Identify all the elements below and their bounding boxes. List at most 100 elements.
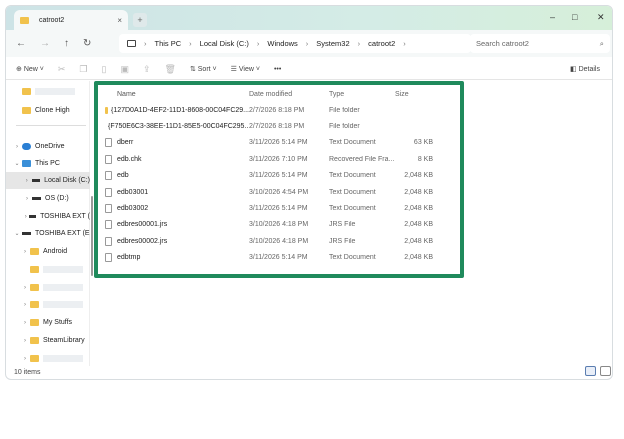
- chevron-icon[interactable]: ›: [20, 338, 30, 344]
- delete-icon[interactable]: 🗑: [165, 64, 176, 75]
- sidebar-scrollbar[interactable]: [91, 196, 93, 276]
- chevron-icon[interactable]: ›: [22, 178, 32, 184]
- chevron-icon[interactable]: ⌄: [12, 160, 22, 167]
- drive-icon: [22, 232, 31, 235]
- sidebar-item[interactable]: ›: [6, 350, 90, 367]
- folder-icon: [30, 355, 39, 362]
- folder-icon: [30, 284, 39, 291]
- folder-icon: [30, 248, 39, 255]
- tab-catroot2[interactable]: catroot2 ×: [14, 10, 128, 30]
- blurred-label: [43, 284, 83, 291]
- new-label: New: [23, 66, 38, 73]
- sidebar-item-label: OneDrive: [35, 143, 65, 150]
- maximize-button[interactable]: □: [572, 12, 577, 22]
- forward-button[interactable]: →: [40, 38, 50, 49]
- folder-icon: [20, 16, 29, 24]
- new-tab-button[interactable]: +: [133, 13, 147, 27]
- crumb-this-pc[interactable]: This PC: [155, 39, 182, 48]
- sidebar-item[interactable]: ⌄ This PC: [6, 155, 90, 172]
- close-tab-icon[interactable]: ×: [117, 16, 122, 25]
- drive-icon: [31, 179, 41, 182]
- sort-label: Sort: [197, 66, 211, 73]
- chevron-icon[interactable]: ›: [20, 320, 30, 326]
- sidebar-item[interactable]: ⌄ TOSHIBA EXT (E: [6, 225, 90, 242]
- view-button[interactable]: ☰ View ˅: [231, 65, 260, 73]
- chevron-icon[interactable]: ›: [22, 196, 32, 202]
- blurred-label: [43, 266, 83, 273]
- chevron-icon[interactable]: ›: [20, 285, 30, 291]
- sidebar-item-label: TOSHIBA EXT (: [40, 213, 90, 220]
- search-icon: ⌕: [599, 38, 604, 48]
- sidebar-item-label: TOSHIBA EXT (E: [35, 230, 90, 237]
- more-button[interactable]: •••: [274, 66, 281, 73]
- details-label: Details: [578, 66, 600, 73]
- sidebar-item[interactable]: › My Stuffs: [6, 314, 90, 331]
- crumb-local-disk[interactable]: Local Disk (C:): [200, 39, 249, 48]
- folder-icon: [22, 88, 31, 95]
- sidebar-item[interactable]: [6, 83, 90, 100]
- chevron-icon[interactable]: ›: [22, 214, 29, 220]
- close-window-button[interactable]: ✕: [597, 12, 605, 23]
- refresh-button[interactable]: ↻: [83, 38, 91, 49]
- sidebar-item-label: Local Disk (C:): [44, 177, 90, 184]
- title-bar: catroot2 × + – □ ✕: [6, 6, 612, 30]
- sidebar-item[interactable]: [6, 261, 90, 278]
- sidebar-item-label: Android: [43, 248, 68, 255]
- pc-icon: [22, 160, 31, 167]
- onedrive-icon: [22, 143, 31, 150]
- separator: ›: [305, 39, 309, 48]
- share-icon[interactable]: ⇪: [143, 64, 151, 75]
- sidebar-item[interactable]: › OneDrive: [6, 138, 90, 155]
- chevron-icon[interactable]: ›: [20, 356, 30, 362]
- sidebar-item[interactable]: › OS (D:): [6, 190, 90, 207]
- drive-icon: [29, 215, 37, 218]
- search-input[interactable]: Search catroot2 ⌕: [470, 34, 610, 53]
- rename-icon[interactable]: ▣: [120, 64, 129, 75]
- blurred-label: [43, 355, 83, 362]
- separator: ›: [403, 39, 406, 48]
- chevron-icon[interactable]: ›: [12, 144, 22, 150]
- sidebar-item-label: SteamLibrary: [43, 337, 85, 344]
- details-view-icon[interactable]: [585, 366, 596, 376]
- separator: ›: [256, 39, 260, 48]
- crumb-windows[interactable]: Windows: [267, 39, 297, 48]
- sidebar-item[interactable]: ›: [6, 296, 90, 313]
- folder-icon: [30, 266, 39, 273]
- sidebar-item-label: My Stuffs: [43, 319, 73, 326]
- command-bar: ⊕ New ˅ ✂ ❐ ▯ ▣ ⇪ 🗑 ⇅ Sort ˅ ☰ View ˅ ••…: [6, 59, 612, 80]
- sidebar-item-label: OS (D:): [45, 195, 69, 202]
- minimize-button[interactable]: –: [550, 12, 555, 22]
- sidebar-item[interactable]: › Android: [6, 243, 90, 260]
- sidebar-item-label: Clone High: [35, 107, 70, 114]
- sidebar-item[interactable]: ›: [6, 279, 90, 296]
- sidebar-item[interactable]: › TOSHIBA EXT (: [6, 208, 90, 225]
- sidebar-item[interactable]: › SteamLibrary: [6, 332, 90, 349]
- chevron-icon[interactable]: ›: [20, 249, 30, 255]
- sidebar-item[interactable]: › Local Disk (C:): [6, 172, 90, 189]
- tiles-view-icon[interactable]: [600, 366, 611, 376]
- view-label: View: [238, 66, 254, 73]
- crumb-catroot2[interactable]: catroot2: [368, 39, 395, 48]
- back-button[interactable]: ←: [16, 38, 26, 49]
- paste-icon[interactable]: ▯: [102, 64, 107, 75]
- folder-icon: [30, 337, 39, 344]
- highlight-box: [94, 81, 464, 278]
- blurred-label: [35, 88, 75, 95]
- separator: ›: [144, 39, 147, 48]
- address-bar-row: ← → ↑ ↻ › This PC › Local Disk (C:) › Wind…: [6, 30, 612, 57]
- tab-title: catroot2: [39, 16, 65, 24]
- up-button[interactable]: ↑: [64, 38, 69, 49]
- sort-button[interactable]: ⇅ Sort ˅: [190, 65, 217, 73]
- cut-icon[interactable]: ✂: [58, 64, 66, 75]
- divider: [16, 125, 86, 126]
- new-button[interactable]: ⊕ New ˅: [16, 65, 44, 73]
- folder-icon: [30, 319, 39, 326]
- sidebar-item[interactable]: Clone High: [6, 102, 90, 119]
- chevron-icon[interactable]: ⌄: [12, 230, 22, 237]
- details-button[interactable]: ◧ Details: [570, 65, 600, 73]
- chevron-icon[interactable]: ›: [20, 302, 30, 308]
- address-bar[interactable]: › This PC › Local Disk (C:) › Windows › Sys…: [119, 34, 471, 53]
- crumb-system32[interactable]: System32: [316, 39, 349, 48]
- folder-icon: [22, 107, 31, 114]
- copy-icon[interactable]: ❐: [79, 64, 87, 75]
